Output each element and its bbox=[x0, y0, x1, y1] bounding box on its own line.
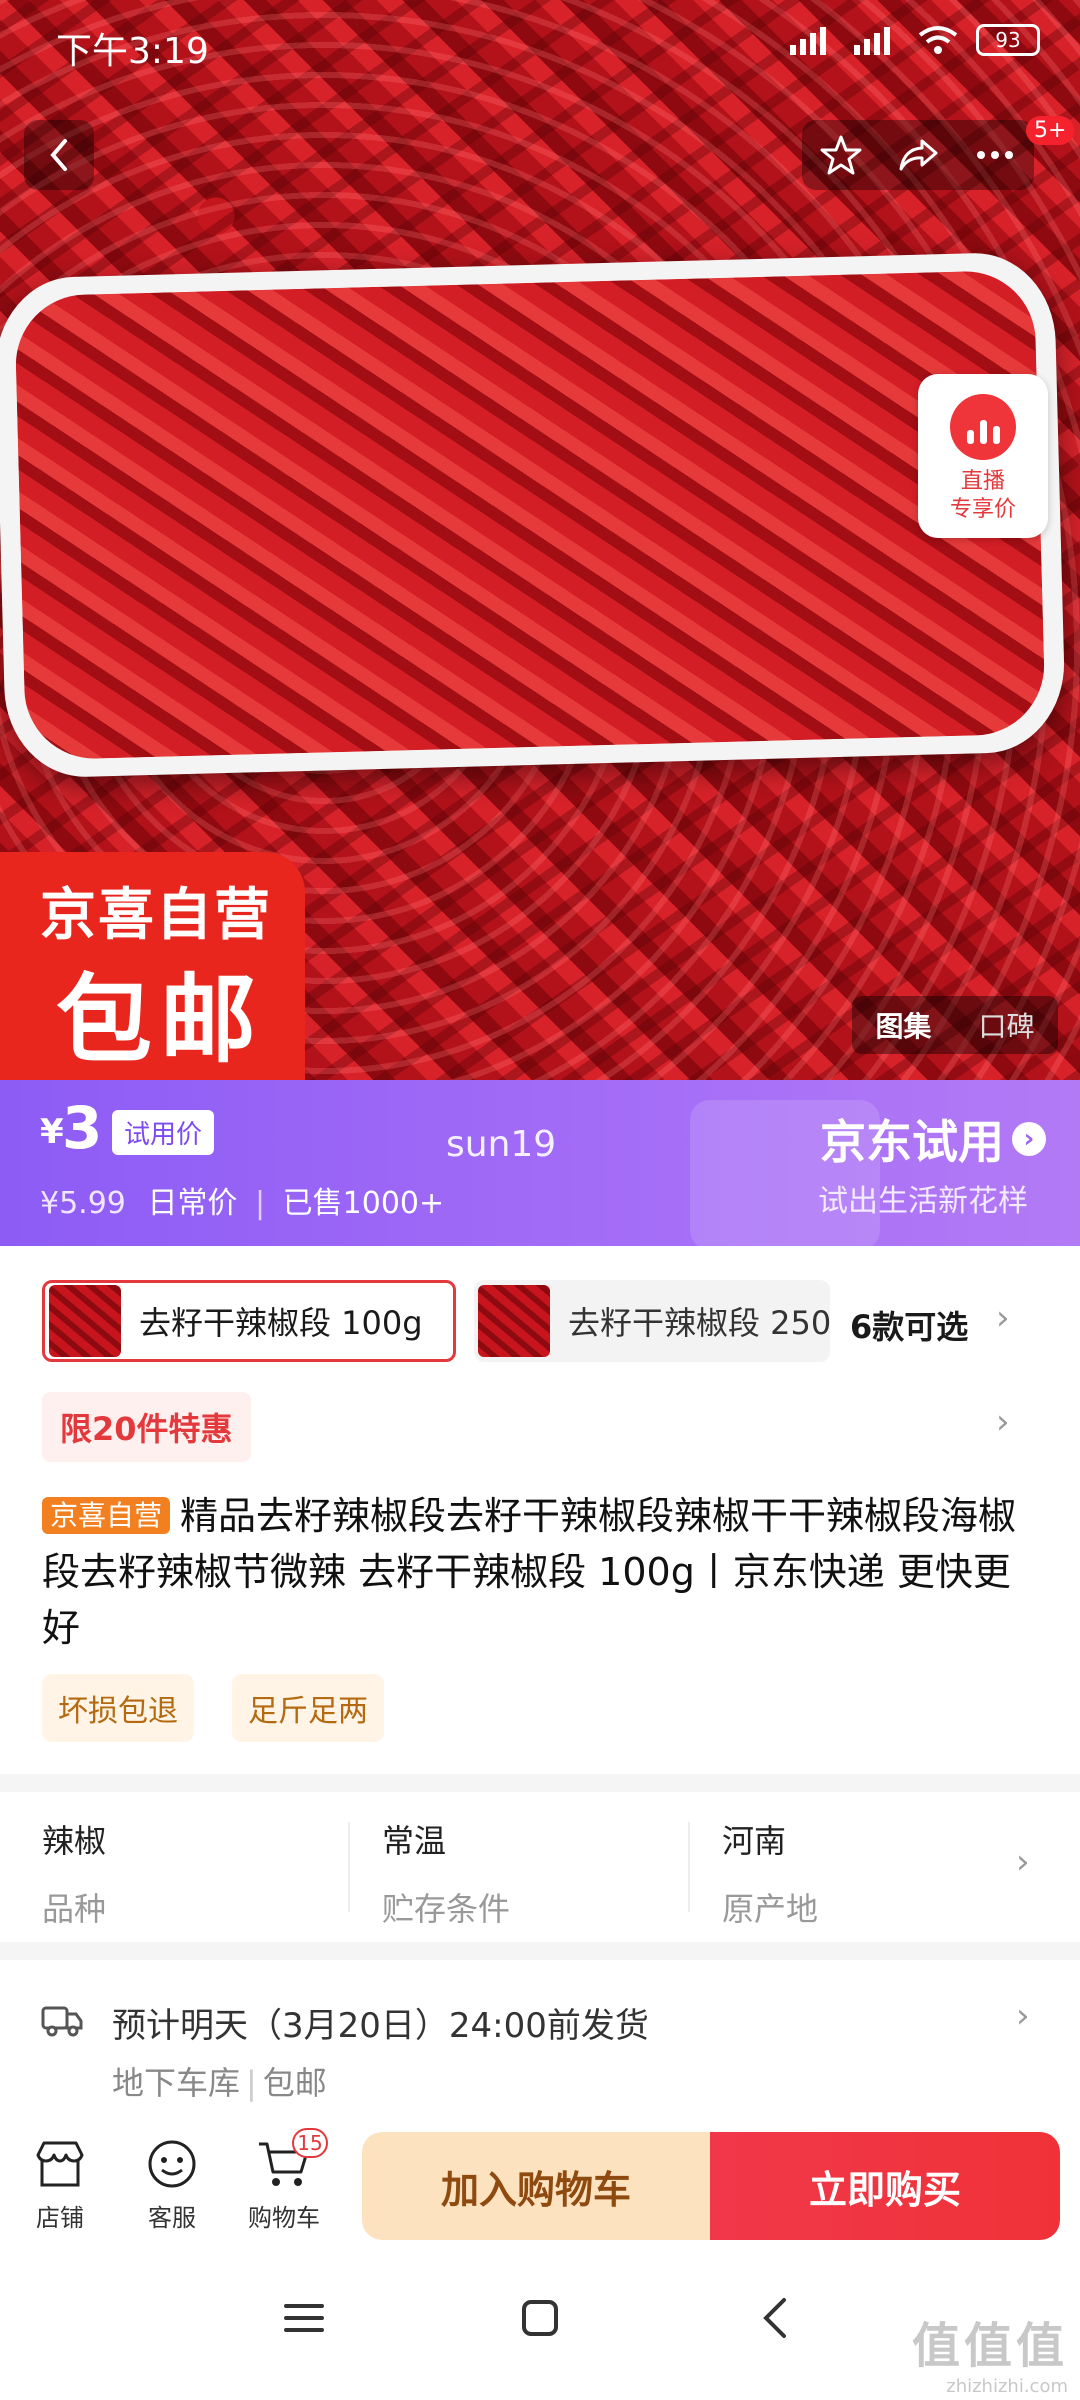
buy-now-button[interactable]: 立即购买 bbox=[710, 2132, 1060, 2240]
attribute-origin: 河南 原产地 bbox=[722, 1816, 1022, 1930]
back-nav-icon[interactable] bbox=[754, 2296, 798, 2340]
gallery-tabs: 图集 口碑 bbox=[852, 996, 1058, 1054]
chevron-right-icon: › bbox=[1012, 1122, 1046, 1156]
signal-icon bbox=[790, 27, 826, 55]
chevron-right-icon: › bbox=[1016, 1842, 1030, 1882]
product-title: 京喜自营 精品去籽辣椒段去籽干辣椒段辣椒干干辣椒段海椒段去籽辣椒节微辣 去籽干辣椒… bbox=[42, 1488, 1042, 1656]
username-watermark: sun19 bbox=[446, 1124, 557, 1165]
price-banner[interactable]: ¥ 3 试用价 ¥5.99 日常价 | 已售1000+ sun19 京东试用 ›… bbox=[0, 1080, 1080, 1250]
currency-symbol: ¥ bbox=[40, 1112, 64, 1152]
tab-reviews[interactable]: 口碑 bbox=[955, 1005, 1058, 1045]
site-watermark: 值值值 zhizhizhi.com bbox=[912, 2306, 1068, 2397]
battery-icon: 93 bbox=[976, 24, 1040, 56]
shipping-free: 包邮 bbox=[262, 2064, 327, 2102]
promo-badge: 京喜自营 包邮 bbox=[0, 852, 305, 1082]
chevron-right-icon[interactable]: › bbox=[996, 1402, 1010, 1442]
bottom-action-bar: 店铺 客服 15 购物车 加入购物车 立即购买 bbox=[0, 2110, 1080, 2250]
shipping-info[interactable]: 预计明天（3月20日）24:00前发货 地下车库 | 包邮 › bbox=[0, 1960, 1080, 2110]
cart-button[interactable]: 15 购物车 bbox=[234, 2128, 334, 2233]
sku-option-selected[interactable]: 去籽干辣椒段 100g bbox=[42, 1280, 456, 1362]
cart-label: 购物车 bbox=[248, 2204, 320, 2232]
sku-option[interactable]: 去籽干辣椒段 250 bbox=[474, 1280, 830, 1362]
home-icon[interactable] bbox=[518, 2296, 562, 2340]
chili-plate bbox=[0, 251, 1067, 779]
trial-brand: 京东试用 › bbox=[820, 1106, 1046, 1172]
trial-price: 3 bbox=[62, 1094, 103, 1162]
more-icon[interactable] bbox=[973, 133, 1017, 177]
section-divider bbox=[0, 1942, 1080, 1960]
limit-offer-badge[interactable]: 限20件特惠 bbox=[42, 1392, 251, 1462]
trial-brand-label: 京东试用 bbox=[820, 1115, 1004, 1169]
message-badge: 5+ bbox=[1026, 116, 1075, 145]
live-sublabel: 专享价 bbox=[949, 497, 1016, 522]
attribute-variety: 辣椒 品种 bbox=[42, 1816, 342, 1930]
service-tag[interactable]: 坏损包退 bbox=[42, 1674, 194, 1742]
signal-icon bbox=[854, 27, 890, 55]
attribute-divider bbox=[688, 1822, 690, 1912]
trial-slogan: 试出生活新花样 bbox=[818, 1184, 1028, 1219]
sku-selector: 去籽干辣椒段 100g 去籽干辣椒段 250 6款可选 › bbox=[0, 1270, 1080, 1366]
attribute-value: 常温 bbox=[382, 1822, 447, 1860]
status-bar: 下午3:19 93 bbox=[0, 0, 1080, 90]
share-icon[interactable] bbox=[896, 133, 940, 177]
promo-line1: 京喜自营 bbox=[40, 883, 272, 948]
attribute-value: 河南 bbox=[722, 1822, 787, 1860]
shipping-detail: 地下车库 | 包邮 bbox=[112, 2064, 327, 2102]
attribute-divider bbox=[348, 1822, 350, 1912]
original-label: 日常价 bbox=[147, 1186, 238, 1221]
sold-count: 已售1000+ bbox=[282, 1186, 445, 1221]
service-label: 客服 bbox=[148, 2204, 196, 2232]
sku-label: 去籽干辣椒段 250 bbox=[568, 1304, 830, 1342]
product-attributes[interactable]: 辣椒 品种 常温 贮存条件 河南 原产地 › bbox=[0, 1792, 1080, 1942]
customer-service-button[interactable]: 客服 bbox=[122, 2136, 222, 2233]
original-price-line: ¥5.99 日常价 | 已售1000+ bbox=[40, 1186, 445, 1221]
section-divider bbox=[0, 1774, 1080, 1792]
price-tag: 试用价 bbox=[112, 1110, 215, 1155]
attribute-key: 原产地 bbox=[722, 1890, 819, 1928]
attribute-key: 品种 bbox=[42, 1890, 107, 1928]
original-price: ¥5.99 bbox=[40, 1186, 126, 1221]
store-label: 店铺 bbox=[36, 2204, 84, 2232]
shipping-eta: 预计明天（3月20日）24:00前发货 bbox=[112, 2006, 649, 2046]
sku-label: 去籽干辣椒段 100g bbox=[139, 1304, 423, 1342]
attribute-value: 辣椒 bbox=[42, 1822, 107, 1860]
menu-icon[interactable] bbox=[282, 2296, 326, 2340]
service-tag[interactable]: 足斤足两 bbox=[232, 1674, 384, 1742]
store-button[interactable]: 店铺 bbox=[10, 2136, 110, 2233]
promo-line2: 包邮 bbox=[56, 964, 264, 1076]
live-label: 直播 bbox=[960, 469, 1005, 494]
chevron-right-icon[interactable]: › bbox=[996, 1298, 1010, 1338]
store-icon bbox=[36, 2141, 84, 2187]
watermark-logo: 值值值 bbox=[911, 2318, 1068, 2374]
more-options[interactable]: 6款可选 bbox=[850, 1302, 968, 1348]
status-time: 下午3:19 bbox=[56, 31, 209, 72]
customer-service-icon bbox=[148, 2140, 196, 2188]
wifi-icon bbox=[918, 26, 958, 54]
attribute-storage: 常温 贮存条件 bbox=[382, 1816, 682, 1930]
back-button[interactable] bbox=[24, 120, 94, 190]
shipping-location: 地下车库 bbox=[112, 2064, 241, 2102]
chevron-left-icon bbox=[50, 139, 67, 171]
sku-thumbnail bbox=[478, 1285, 550, 1357]
star-icon[interactable] bbox=[819, 133, 863, 177]
add-to-cart-button[interactable]: 加入购物车 bbox=[362, 2132, 710, 2240]
product-title-text: 精品去籽辣椒段去籽干辣椒段辣椒干干辣椒段海椒段去籽辣椒节微辣 去籽干辣椒段 10… bbox=[42, 1494, 1017, 1650]
top-actions bbox=[802, 120, 1034, 190]
live-icon bbox=[950, 394, 1016, 460]
sku-thumbnail bbox=[49, 1285, 121, 1357]
cart-count-badge: 15 bbox=[292, 2128, 328, 2158]
truck-icon bbox=[41, 2006, 83, 2037]
tab-gallery[interactable]: 图集 bbox=[852, 1005, 955, 1045]
self-operated-tag: 京喜自营 bbox=[42, 1497, 171, 1534]
watermark-url: zhizhizhi.com bbox=[946, 2376, 1068, 2397]
chevron-right-icon: › bbox=[1016, 1996, 1030, 2036]
live-stream-button[interactable]: 直播 专享价 bbox=[918, 374, 1048, 538]
attribute-key: 贮存条件 bbox=[382, 1890, 511, 1928]
